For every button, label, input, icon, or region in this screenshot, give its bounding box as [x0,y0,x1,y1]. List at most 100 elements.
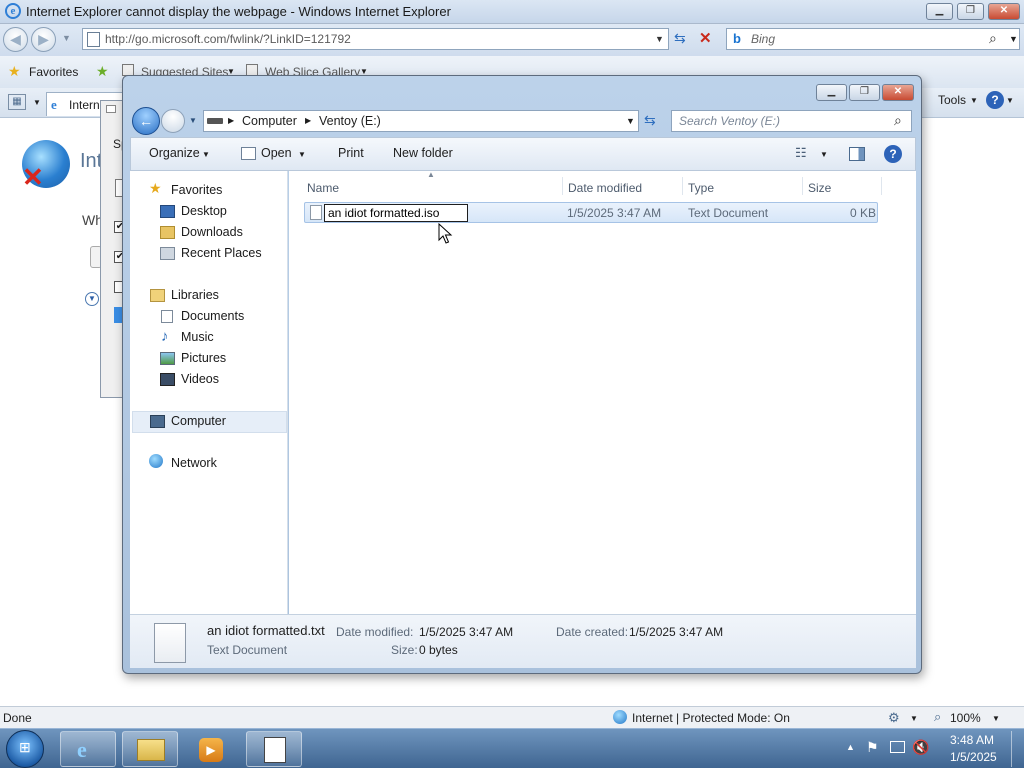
more-info-icon[interactable]: ▼ [85,292,99,306]
stop-icon[interactable]: ✕ [699,29,712,47]
nav-videos[interactable]: Videos [181,372,219,386]
nav-desktop[interactable]: Desktop [181,204,227,218]
tab-list-dropdown-icon[interactable]: ▼ [33,98,41,107]
add-favorite-icon[interactable]: ★ [96,63,109,80]
tools-menu[interactable]: Tools [938,93,966,107]
favorites-icon: ★ [149,180,162,196]
help-dropdown-icon[interactable]: ▼ [1006,96,1014,105]
explorer-search-icon[interactable]: ⌕ [894,112,902,129]
file-row[interactable]: 1/5/2025 3:47 AM Text Document 0 KB [304,202,878,223]
taskbar-notepad-button[interactable] [246,731,302,767]
history-dropdown-icon[interactable]: ▼ [62,33,71,43]
search-dropdown-icon[interactable]: ▼ [1009,34,1018,44]
minimize-button[interactable]: ▁ [926,3,953,20]
search-box[interactable]: b Bing ⌕ ▼ [726,28,1020,50]
explorer-window: ▁ ❐ ✕ ← ▼ ▶ Computer ▶ Ventoy (E:) ▼ ⇆ S… [122,75,922,674]
page-heading: Int [80,150,103,172]
explorer-help-icon[interactable]: ? [884,145,902,163]
clock-time[interactable]: 3:48 AM [950,733,994,747]
nav-music[interactable]: Music [181,330,214,344]
sort-indicator-icon: ▲ [427,170,435,179]
recent-pages-dropdown-icon[interactable]: ▼ [189,116,197,125]
ie-logo-icon: e [5,3,21,19]
explorer-search-input[interactable]: Search Ventoy (E:) [679,114,780,128]
search-icon[interactable]: ⌕ [989,30,997,47]
navigation-pane: ★ Favorites Desktop Downloads Recent Pla… [130,171,288,614]
popup-settings-icon[interactable]: ⚙ [888,710,900,726]
ie-window-title: Internet Explorer cannot display the web… [26,4,451,19]
open-dropdown-icon[interactable]: ▼ [298,150,306,159]
nav-computer[interactable]: Computer [171,414,226,428]
zoom-level[interactable]: 100% [950,711,981,725]
zoom-dropdown-icon[interactable]: ▼ [992,714,1000,723]
explorer-refresh-icon[interactable]: ⇆ [644,112,656,129]
details-file-name: an idiot formatted.txt [207,623,325,638]
zoom-icon[interactable]: ⌕ [934,709,941,725]
explorer-close-button[interactable]: ✕ [882,84,914,101]
open-button[interactable]: Open [261,146,292,160]
address-history-dropdown-icon[interactable]: ▼ [626,116,635,126]
help-icon[interactable]: ? [986,91,1004,109]
file-size: 0 KB [850,206,877,220]
taskbar-ie-button[interactable]: e [60,731,116,767]
column-size[interactable]: Size [808,181,831,195]
forward-button[interactable]: ▶ [31,27,56,52]
back-button[interactable]: ◀ [3,27,28,52]
explorer-search-box[interactable]: Search Ventoy (E:) ⌕ [671,110,912,132]
text-file-icon [310,205,322,220]
address-input[interactable]: http://go.microsoft.com/fwlink/?LinkID=1… [105,32,351,46]
show-hidden-icons-icon[interactable]: ▲ [846,742,855,752]
close-button[interactable]: ✕ [988,3,1020,20]
print-button[interactable]: Print [338,146,364,160]
details-date-modified-label: Date modified: [336,625,414,639]
nav-network[interactable]: Network [171,456,217,470]
show-desktop-button[interactable] [1011,731,1023,767]
breadcrumb-separator-icon: ▶ [305,116,312,125]
nav-favorites[interactable]: Favorites [171,183,222,197]
action-center-flag-icon[interactable]: ⚑ [866,739,879,756]
file-date-modified: 1/5/2025 3:47 AM [567,206,662,220]
column-date-modified[interactable]: Date modified [568,181,642,195]
explorer-back-button[interactable]: ← [132,107,160,135]
organize-dropdown-icon[interactable]: ▼ [202,150,210,159]
column-name[interactable]: Name [307,181,339,195]
volume-muted-icon[interactable]: 🔇 [912,739,929,756]
explorer-forward-button[interactable] [161,109,185,133]
taskbar-explorer-button[interactable] [122,731,178,767]
preview-pane-icon[interactable] [849,147,865,161]
address-dropdown-icon[interactable]: ▼ [655,34,664,44]
details-date-created-label: Date created: [556,625,629,639]
nav-downloads[interactable]: Downloads [181,225,243,239]
search-input[interactable]: Bing [751,32,775,46]
explorer-maximize-button[interactable]: ❐ [849,84,880,101]
nav-pictures[interactable]: Pictures [181,351,226,365]
security-zone-text: Internet | Protected Mode: On [632,711,790,725]
column-divider [562,177,563,195]
column-type[interactable]: Type [688,181,714,195]
breadcrumb-ventoy[interactable]: Ventoy (E:) [319,114,381,128]
nav-recent-places[interactable]: Recent Places [181,246,262,260]
new-folder-button[interactable]: New folder [393,146,453,160]
nav-libraries[interactable]: Libraries [171,288,219,302]
maximize-button[interactable]: ❐ [957,3,984,20]
taskbar-media-player-button[interactable]: ▶ [183,731,239,767]
popup-dropdown-icon[interactable]: ▼ [910,714,918,723]
nav-documents[interactable]: Documents [181,309,244,323]
rename-input[interactable] [324,204,468,222]
view-dropdown-icon[interactable]: ▼ [820,150,828,159]
clock-date[interactable]: 1/5/2025 [950,750,997,764]
favorites-button[interactable]: Favorites [29,65,78,79]
explorer-address-bar[interactable]: ▶ Computer ▶ Ventoy (E:) ▼ [203,110,639,132]
network-tray-icon[interactable] [890,741,905,753]
ie-taskbar-icon: e [77,737,87,762]
downloads-icon [160,226,175,239]
organize-button[interactable]: Organize [149,146,200,160]
change-view-icon[interactable]: ☷ [795,145,807,161]
explorer-minimize-button[interactable]: ▁ [816,84,847,101]
quick-tabs-icon[interactable]: ▦ [8,94,26,110]
refresh-icon[interactable]: ⇆ [674,30,686,47]
tools-dropdown-icon[interactable]: ▼ [970,96,978,105]
address-bar[interactable]: http://go.microsoft.com/fwlink/?LinkID=1… [82,28,669,50]
breadcrumb-computer[interactable]: Computer [242,114,297,128]
pictures-icon [160,352,175,365]
